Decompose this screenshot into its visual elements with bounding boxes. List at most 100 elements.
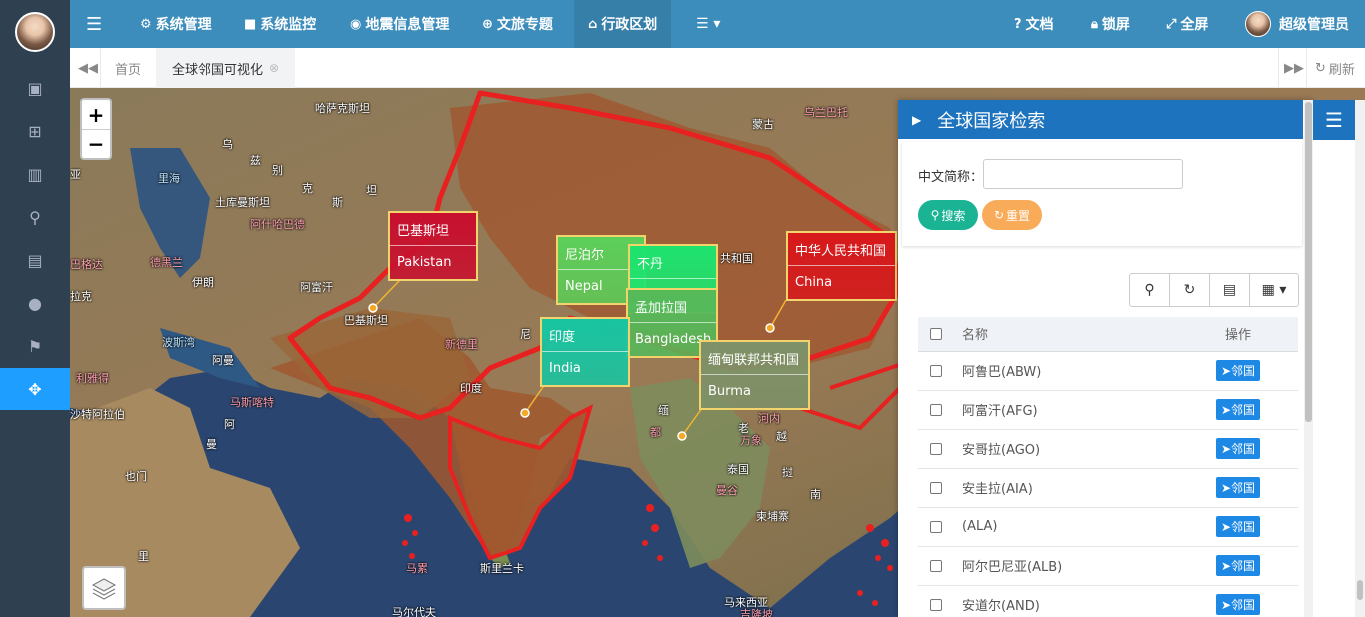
- gear-icon: ⚙: [140, 16, 152, 32]
- scrollbar-thumb[interactable]: [1305, 102, 1312, 422]
- table-row[interactable]: 阿鲁巴(ABW) ➤邻国: [918, 351, 1298, 391]
- tab-scroll-left-button[interactable]: ◀◀: [78, 48, 98, 88]
- callout-zh-label: 中华人民共和国: [788, 233, 895, 266]
- callout-china[interactable]: 中华人民共和国 China: [786, 231, 897, 301]
- sidebar-item-arrows[interactable]: ✥: [0, 368, 70, 410]
- tab-home[interactable]: 首页: [115, 48, 141, 88]
- nav-earthquake[interactable]: ◉ 地震信息管理: [350, 0, 449, 48]
- map-icon: ▥: [27, 164, 43, 184]
- flag-icon: ⚑: [27, 336, 43, 356]
- select-all-cell[interactable]: [918, 317, 954, 352]
- layers-button[interactable]: [82, 566, 126, 610]
- nav-admin-division[interactable]: ⌂ 行政区划: [574, 0, 672, 48]
- nav-culture-tourism[interactable]: ⊕ 文旅专题: [482, 0, 553, 48]
- table-row[interactable]: 阿尔巴尼亚(ALB) ➤邻国: [918, 546, 1298, 586]
- row-checkbox[interactable]: [930, 598, 942, 611]
- page-scrollbar[interactable]: [1355, 100, 1365, 617]
- callout-burma[interactable]: 缅甸联邦共和国 Burma: [699, 340, 810, 410]
- caret-right-icon[interactable]: ▶: [912, 113, 921, 127]
- callout-india[interactable]: 印度 India: [540, 317, 630, 387]
- callout-zh-label: 不丹: [630, 246, 716, 279]
- nav-fullscreen[interactable]: ⤢ 全屏: [1166, 0, 1208, 48]
- map-label: 曼谷: [716, 484, 738, 497]
- table-columns-dropdown[interactable]: ▦ ▾: [1250, 274, 1298, 306]
- neighbor-button[interactable]: ➤邻国: [1215, 399, 1261, 420]
- neighbor-button[interactable]: ➤邻国: [1215, 516, 1261, 537]
- table-row[interactable]: 安哥拉(AGO) ➤邻国: [918, 429, 1298, 469]
- callout-zh-label: 巴基斯坦: [390, 213, 476, 246]
- zoom-in-button[interactable]: +: [82, 100, 110, 129]
- country-name: 阿富汗(AFG): [954, 390, 1178, 430]
- country-name: (ALA): [954, 507, 1178, 547]
- nav-user-menu[interactable]: 超级管理员: [1245, 0, 1349, 48]
- neighbor-button[interactable]: ➤邻国: [1215, 438, 1261, 459]
- table-row[interactable]: 阿富汗(AFG) ➤邻国: [918, 390, 1298, 430]
- sidebar-item-nodes[interactable]: ⊞: [0, 110, 70, 152]
- table-search-button[interactable]: ⚲: [1130, 274, 1170, 306]
- table-refresh-button[interactable]: ↻: [1170, 274, 1210, 306]
- row-checkbox[interactable]: [930, 520, 942, 533]
- tab-global-neighbors[interactable]: 全球邻国可视化 ⊗: [156, 48, 296, 88]
- table-row[interactable]: 安道尔(AND) ➤邻国: [918, 585, 1298, 617]
- callout-en-label: Burma: [708, 384, 751, 399]
- row-checkbox[interactable]: [930, 403, 942, 416]
- nav-more-dropdown[interactable]: ☰ ▾: [696, 0, 720, 48]
- select-all-checkbox[interactable]: [930, 327, 942, 340]
- neighbor-button[interactable]: ➤邻国: [1215, 555, 1261, 576]
- sidebar-item-marker[interactable]: ⚲: [0, 196, 70, 238]
- row-checkbox[interactable]: [930, 559, 942, 572]
- map-label: 泰国: [727, 463, 749, 476]
- layers-icon: [91, 578, 117, 600]
- globe-icon: ●: [28, 293, 42, 313]
- nav-system-monitor[interactable]: ■ 系统监控: [244, 0, 316, 48]
- sidebar-item-globe[interactable]: ●: [0, 282, 70, 324]
- panel-header[interactable]: ▶ 全球国家检索: [898, 100, 1303, 139]
- refresh-icon: ↻: [993, 208, 1005, 222]
- reset-button[interactable]: ↻ 重置: [982, 200, 1042, 230]
- callout-en-label: India: [549, 361, 581, 376]
- search-button[interactable]: ⚲ 搜索: [918, 200, 978, 230]
- table-toggle-view-button[interactable]: ▤: [1210, 274, 1250, 306]
- neighbor-button[interactable]: ➤邻国: [1215, 477, 1261, 498]
- neighbor-button[interactable]: ➤邻国: [1215, 360, 1261, 381]
- sidebar-item-map[interactable]: ▥: [0, 153, 70, 195]
- callout-en-label: China: [795, 275, 833, 290]
- nav-docs[interactable]: ? 文档: [1014, 0, 1054, 48]
- menu-toggle-button[interactable]: ☰: [86, 0, 102, 48]
- tab-scroll-right-button[interactable]: ▶▶: [1284, 48, 1304, 88]
- sidebar-item-frame[interactable]: ▣: [0, 67, 70, 109]
- map-marker-icon: ⚲: [29, 207, 41, 227]
- search-input[interactable]: [983, 159, 1183, 189]
- table-row[interactable]: 安圭拉(AIA) ➤邻国: [918, 468, 1298, 508]
- bar-chart-icon: ▤: [27, 250, 43, 270]
- nav-lock-screen[interactable]: 🔒︎ 锁屏: [1091, 0, 1130, 48]
- avatar[interactable]: [15, 12, 55, 52]
- panel-menu-button[interactable]: ☰: [1313, 100, 1355, 140]
- panel-scrollbar[interactable]: [1304, 100, 1313, 617]
- scrollbar-thumb[interactable]: [1357, 580, 1363, 600]
- refresh-button[interactable]: ↻ 刷新: [1315, 48, 1355, 88]
- nodes-icon: ⊞: [28, 121, 42, 141]
- callout-pakistan[interactable]: 巴基斯坦 Pakistan: [388, 211, 478, 281]
- row-checkbox[interactable]: [930, 442, 942, 455]
- callout-en-label: Pakistan: [397, 255, 452, 270]
- list-icon: ▤: [1222, 282, 1237, 298]
- send-icon: ➤: [1220, 403, 1232, 417]
- zoom-out-button[interactable]: −: [82, 129, 110, 158]
- top-navbar: ☰ ⚙ 系统管理 ■ 系统监控 ◉ 地震信息管理 ⊕ 文旅专题 ⌂ 行政区划 ☰ ▾ ? 文…: [70, 0, 1365, 48]
- globe-icon: ⊕: [482, 16, 493, 32]
- row-checkbox[interactable]: [930, 364, 942, 377]
- nav-system-manage[interactable]: ⚙ 系统管理: [140, 0, 212, 48]
- column-header-name[interactable]: 名称: [954, 317, 1178, 352]
- expand-icon: ⤢: [1166, 16, 1177, 32]
- sidebar-item-chart[interactable]: ▤: [0, 239, 70, 281]
- send-icon: ➤: [1220, 559, 1232, 573]
- refresh-icon: ↻: [1315, 60, 1326, 76]
- neighbor-button[interactable]: ➤邻国: [1215, 594, 1261, 615]
- row-checkbox[interactable]: [930, 481, 942, 494]
- video-icon: ■: [244, 16, 257, 32]
- table-row[interactable]: (ALA) ➤邻国: [918, 507, 1298, 547]
- sidebar-item-flag[interactable]: ⚑: [0, 325, 70, 367]
- search-icon: ⚲: [930, 208, 940, 222]
- close-icon[interactable]: ⊗: [269, 61, 279, 75]
